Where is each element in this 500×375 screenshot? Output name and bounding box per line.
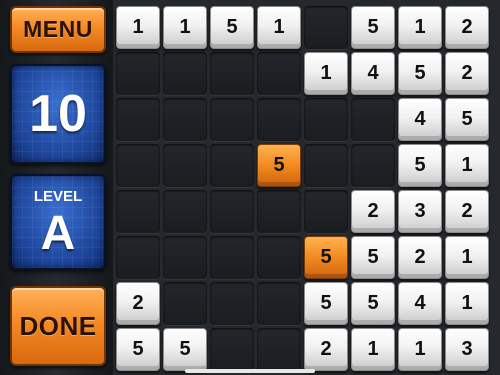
done-button[interactable]: DONE	[10, 286, 106, 366]
done-button-label: DONE	[19, 310, 97, 341]
empty-cell[interactable]	[163, 52, 207, 95]
empty-cell[interactable]	[116, 52, 160, 95]
menu-button[interactable]: MENU	[10, 6, 106, 53]
empty-cell[interactable]	[257, 236, 301, 279]
empty-cell[interactable]	[304, 144, 348, 187]
home-indicator	[185, 369, 315, 373]
empty-cell[interactable]	[351, 98, 395, 141]
number-tile[interactable]: 1	[398, 328, 442, 371]
empty-cell[interactable]	[163, 144, 207, 187]
empty-cell[interactable]	[163, 98, 207, 141]
number-tile[interactable]: 5	[398, 52, 442, 95]
empty-cell[interactable]	[210, 236, 254, 279]
empty-cell[interactable]	[210, 282, 254, 325]
empty-cell[interactable]	[210, 98, 254, 141]
number-tile[interactable]: 3	[445, 328, 489, 371]
number-tile[interactable]: 1	[304, 52, 348, 95]
empty-cell[interactable]	[116, 144, 160, 187]
number-tile[interactable]: 2	[398, 236, 442, 279]
number-tile[interactable]: 1	[257, 6, 301, 49]
number-tile[interactable]: 5	[304, 282, 348, 325]
number-tile[interactable]: 5	[351, 6, 395, 49]
number-tile[interactable]: 5	[351, 282, 395, 325]
empty-cell[interactable]	[210, 52, 254, 95]
empty-cell[interactable]	[257, 190, 301, 233]
number-tile[interactable]: 4	[398, 98, 442, 141]
number-tile[interactable]: 4	[351, 52, 395, 95]
empty-cell[interactable]	[304, 98, 348, 141]
number-tile[interactable]: 1	[163, 6, 207, 49]
empty-cell[interactable]	[210, 190, 254, 233]
empty-cell[interactable]	[257, 52, 301, 95]
number-tile[interactable]: 4	[398, 282, 442, 325]
number-tile[interactable]: 5	[351, 236, 395, 279]
number-tile[interactable]: 3	[398, 190, 442, 233]
empty-cell[interactable]	[116, 236, 160, 279]
number-tile[interactable]: 2	[445, 6, 489, 49]
number-tile[interactable]: 1	[351, 328, 395, 371]
level-panel: LEVEL A	[10, 174, 106, 270]
empty-cell[interactable]	[116, 190, 160, 233]
number-tile[interactable]: 1	[116, 6, 160, 49]
sidebar: MENU 10 LEVEL A DONE	[0, 0, 113, 375]
number-tile[interactable]: 1	[445, 282, 489, 325]
empty-cell[interactable]	[257, 282, 301, 325]
empty-cell[interactable]	[163, 282, 207, 325]
number-tile[interactable]: 5	[210, 6, 254, 49]
level-value: A	[40, 207, 76, 260]
empty-cell[interactable]	[257, 328, 301, 371]
moves-counter-value: 10	[29, 85, 87, 143]
empty-cell[interactable]	[257, 98, 301, 141]
empty-cell[interactable]	[163, 236, 207, 279]
number-tile[interactable]: 2	[116, 282, 160, 325]
level-label: LEVEL	[33, 188, 83, 205]
number-tile[interactable]: 1	[398, 6, 442, 49]
number-tile[interactable]: 1	[445, 236, 489, 279]
number-tile[interactable]: 5	[116, 328, 160, 371]
number-tile[interactable]: 2	[445, 190, 489, 233]
empty-cell[interactable]	[210, 328, 254, 371]
number-tile[interactable]: 5	[163, 328, 207, 371]
empty-cell[interactable]	[210, 144, 254, 187]
selected-number-tile[interactable]: 5	[257, 144, 301, 187]
number-tile[interactable]: 5	[445, 98, 489, 141]
game-board: 1151512145245551232552125541552113	[113, 0, 500, 375]
empty-cell[interactable]	[351, 144, 395, 187]
number-tile[interactable]: 2	[351, 190, 395, 233]
number-tile[interactable]: 2	[445, 52, 489, 95]
empty-cell[interactable]	[116, 98, 160, 141]
moves-counter-panel: 10	[10, 64, 106, 164]
number-tile[interactable]: 1	[445, 144, 489, 187]
selected-number-tile[interactable]: 5	[304, 236, 348, 279]
empty-cell[interactable]	[304, 6, 348, 49]
menu-button-label: MENU	[23, 16, 93, 42]
empty-cell[interactable]	[304, 190, 348, 233]
number-tile[interactable]: 2	[304, 328, 348, 371]
number-tile[interactable]: 5	[398, 144, 442, 187]
empty-cell[interactable]	[163, 190, 207, 233]
